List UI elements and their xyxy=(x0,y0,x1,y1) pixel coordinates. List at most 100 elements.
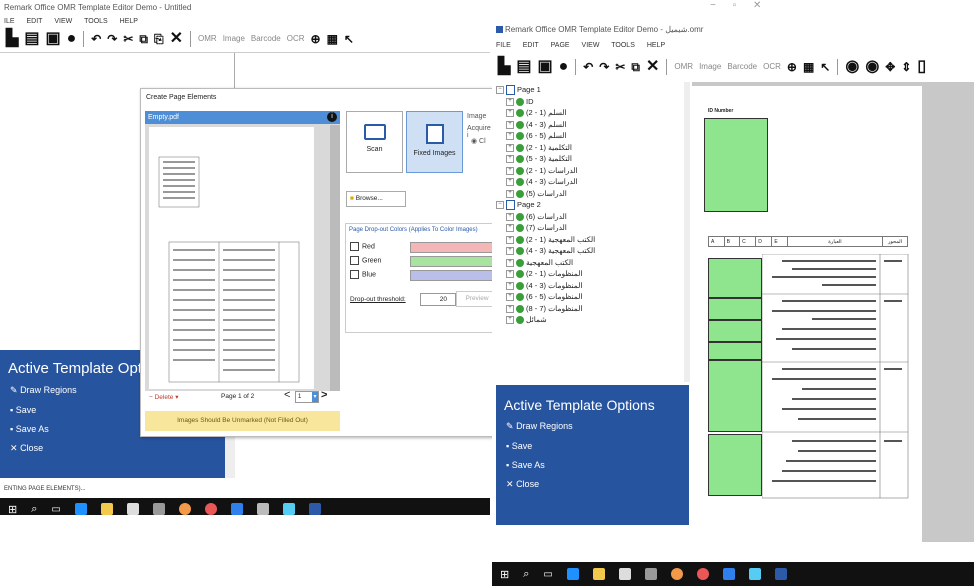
cut-icon[interactable]: ✂ xyxy=(613,57,627,77)
expand-icon[interactable]: + xyxy=(506,270,514,279)
document-page[interactable]: ID Number A B C D E العبارة المحور xyxy=(692,86,922,542)
redo-icon[interactable]: ↷ xyxy=(105,29,119,49)
expand-icon[interactable]: + xyxy=(506,316,514,325)
zoom-icon[interactable]: ⊕ xyxy=(785,57,799,77)
fixed-images-button[interactable]: Fixed Images xyxy=(406,111,463,173)
barcode-tool-button[interactable]: Barcode xyxy=(725,57,759,77)
tree-page-item[interactable]: − Page 2 xyxy=(494,199,684,211)
page-input[interactable]: 1 ▾ xyxy=(295,391,319,403)
delete-button[interactable]: − Delete ▾ xyxy=(149,393,178,401)
next-page-button[interactable]: > xyxy=(321,389,327,401)
expand-icon[interactable]: + xyxy=(506,235,514,244)
tree-node-item[interactable]: + الكتب المعهجية (3 - 4) xyxy=(494,245,684,257)
task-view-icon[interactable]: ▭ xyxy=(543,569,552,580)
ocr-tool-button[interactable]: OCR xyxy=(761,57,783,77)
expand-icon[interactable]: + xyxy=(506,155,514,164)
redo-icon[interactable]: ↷ xyxy=(597,57,611,77)
move-icon[interactable]: ✥ xyxy=(883,57,897,77)
omr-region[interactable] xyxy=(708,258,762,298)
image-tool-button[interactable]: Image xyxy=(221,29,247,49)
browse-button[interactable]: ■ Browse... xyxy=(346,191,406,207)
tree-page-item[interactable]: − Page 1 xyxy=(494,84,684,96)
menu-view[interactable]: VIEW xyxy=(582,42,600,49)
save-icon[interactable]: ▤ xyxy=(514,57,533,77)
tree-node-item[interactable]: + التكلمية (1 - 2) xyxy=(494,142,684,154)
firefox-icon[interactable] xyxy=(204,503,217,515)
expand-icon[interactable]: + xyxy=(506,293,514,302)
minimize-icon[interactable]: − xyxy=(710,0,716,11)
search-icon[interactable]: ⌕ xyxy=(31,503,37,516)
tree-node-item[interactable]: + السلم (1 - 2) xyxy=(494,107,684,119)
store-icon[interactable] xyxy=(618,568,631,580)
copy-icon[interactable]: ⧉ xyxy=(137,29,150,49)
tree-scrollbar[interactable] xyxy=(684,82,690,382)
radio-option[interactable]: ◉ Cl xyxy=(471,137,486,145)
menu-file[interactable]: ILE xyxy=(4,18,15,25)
chrome-icon[interactable] xyxy=(178,503,191,515)
new-icon[interactable]: ▙ xyxy=(496,57,512,77)
tree-node-item[interactable]: + الكتب المعهجية xyxy=(494,257,684,269)
id-bubble-grid[interactable] xyxy=(704,118,768,212)
omr-region[interactable] xyxy=(708,342,762,360)
menu-tools[interactable]: TOOLS xyxy=(611,42,635,49)
app3-icon[interactable] xyxy=(256,503,269,515)
tree-node-item[interactable]: + السلم (3 - 4) xyxy=(494,119,684,131)
green-checkbox[interactable]: Green xyxy=(350,256,381,265)
threshold-input[interactable]: 20 xyxy=(420,293,456,306)
tree-node-item[interactable]: + الدراسات (3 - 4) xyxy=(494,176,684,188)
firefox-icon[interactable] xyxy=(696,568,709,580)
expand-icon[interactable]: + xyxy=(506,120,514,129)
windows-icon[interactable]: ⊞ xyxy=(500,568,509,581)
grid-icon[interactable]: ▦ xyxy=(325,29,340,49)
remark-icon[interactable] xyxy=(308,503,321,515)
folder-icon[interactable] xyxy=(592,568,605,580)
scan-button[interactable]: Scan xyxy=(346,111,403,173)
expand-icon[interactable]: + xyxy=(506,189,514,198)
disk-icon[interactable]: ▣ xyxy=(43,29,62,49)
ocr-tool-button[interactable]: OCR xyxy=(285,29,307,49)
task-view-icon[interactable]: ▭ xyxy=(51,504,60,515)
expand-icon[interactable]: + xyxy=(506,212,514,221)
search-icon[interactable]: ⌕ xyxy=(523,568,529,581)
zoom-icon[interactable]: ⊕ xyxy=(309,29,323,49)
store-icon[interactable] xyxy=(126,503,139,515)
expand-icon[interactable]: + xyxy=(506,304,514,313)
blue-checkbox[interactable]: Blue xyxy=(350,270,376,279)
wand-icon[interactable]: ↖ xyxy=(342,29,356,49)
tree-node-item[interactable]: + المنظومات (5 - 6) xyxy=(494,291,684,303)
edge-icon[interactable] xyxy=(74,503,87,515)
expand-icon[interactable]: + xyxy=(506,258,514,267)
grid-icon[interactable]: ▦ xyxy=(801,57,816,77)
expand-icon[interactable]: + xyxy=(506,178,514,187)
tree-node-item[interactable]: + المنظومات (7 - 8) xyxy=(494,303,684,315)
omr-region[interactable] xyxy=(708,298,762,320)
paste-icon[interactable]: ⎘ xyxy=(152,29,166,49)
tree-node-item[interactable]: + الدراسات (6) xyxy=(494,211,684,223)
menu-edit[interactable]: EDIT xyxy=(26,18,42,25)
copy-icon[interactable]: ⧉ xyxy=(629,57,642,77)
omr-tool-button[interactable]: OMR xyxy=(196,29,219,49)
tree-node-item[interactable]: + المنظومات (3 - 4) xyxy=(494,280,684,292)
tree-node-item[interactable]: + الدراسات (7) xyxy=(494,222,684,234)
tree-node-item[interactable]: + التكلمية (3 - 5) xyxy=(494,153,684,165)
menu-view[interactable]: VIEW xyxy=(54,18,72,25)
menu-help[interactable]: HELP xyxy=(647,42,665,49)
expand-icon[interactable]: + xyxy=(506,97,514,106)
tree-node-item[interactable]: + الدراسات (1 - 2) xyxy=(494,165,684,177)
omr-region[interactable] xyxy=(708,434,762,496)
tree-node-item[interactable]: + المنظومات (1 - 2) xyxy=(494,268,684,280)
record-icon[interactable]: ◉ xyxy=(843,57,861,77)
folder-icon[interactable] xyxy=(100,503,113,515)
tree-node-item[interactable]: + ID xyxy=(494,96,684,108)
app3-icon[interactable] xyxy=(748,568,761,580)
menu-tools[interactable]: TOOLS xyxy=(84,18,108,25)
app4-icon[interactable] xyxy=(282,503,295,515)
expand-icon[interactable]: + xyxy=(506,109,514,118)
maximize-icon[interactable]: ▫ xyxy=(733,0,737,11)
app2-icon[interactable] xyxy=(230,503,243,515)
wand-icon[interactable]: ↖ xyxy=(818,57,832,77)
expand-icon[interactable]: + xyxy=(506,132,514,141)
undo-icon[interactable]: ↶ xyxy=(89,29,103,49)
page-icon[interactable]: ▯ xyxy=(915,57,928,77)
edge-icon[interactable] xyxy=(566,568,579,580)
